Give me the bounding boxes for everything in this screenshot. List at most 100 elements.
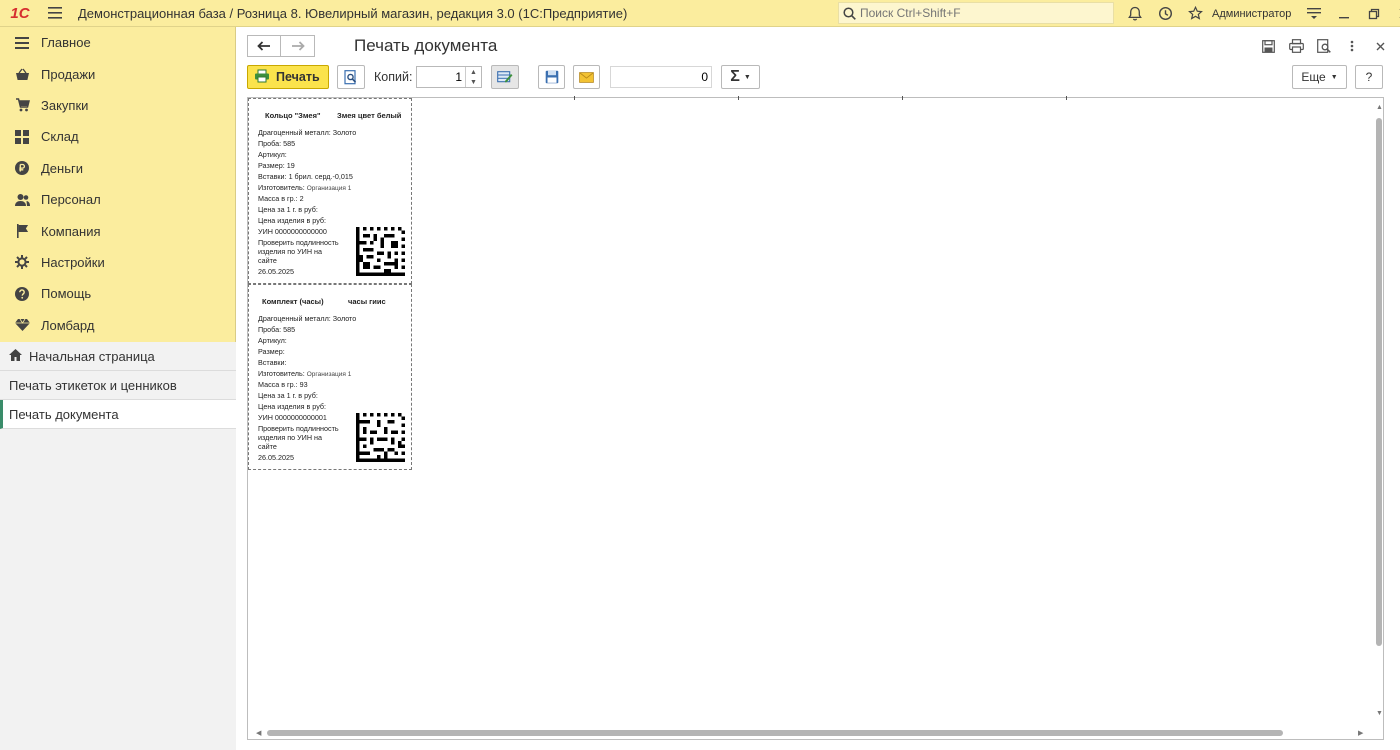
back-button[interactable] (247, 35, 281, 57)
page-title: Печать документа (354, 36, 498, 55)
scroll-left-icon[interactable]: ◀ (256, 729, 261, 737)
label-check-text: Проверить подлинность (258, 424, 339, 433)
vertical-scroll-thumb[interactable] (1376, 118, 1382, 646)
sidebar-item-pawnshop[interactable]: Ломбард (0, 310, 235, 341)
menu-lines-icon (14, 35, 30, 51)
open-window-print-document[interactable]: Печать документа (0, 400, 236, 429)
search-box[interactable] (838, 2, 1114, 24)
user-name[interactable]: Администратор (1212, 8, 1291, 20)
printer-color-icon (254, 69, 270, 86)
forward-button[interactable] (281, 35, 315, 57)
search-icon (843, 6, 856, 20)
preview-button[interactable] (337, 65, 365, 89)
more-vertical-icon[interactable] (1338, 35, 1366, 57)
label-metal: Драгоценный металл: Золото (258, 314, 357, 323)
help-button[interactable]: ? (1355, 65, 1383, 89)
search-input[interactable] (860, 6, 1100, 20)
copies-stepper[interactable]: ▲▼ (416, 66, 482, 88)
label-metal: Драгоценный металл: Золото (258, 128, 357, 137)
open-window-home[interactable]: Начальная страница (0, 342, 236, 371)
scroll-down-icon[interactable]: ▼ (1376, 710, 1383, 717)
label-check-text: изделия по УИН на (258, 433, 322, 442)
vertical-scrollbar[interactable]: ▲ ▼ (1373, 98, 1385, 741)
sidebar-item-warehouse[interactable]: Склад (0, 121, 235, 152)
column-tick (902, 96, 903, 100)
scroll-up-icon[interactable]: ▲ (1376, 104, 1383, 111)
sidebar-item-personnel[interactable]: Персонал (0, 184, 235, 215)
spin-up-icon[interactable]: ▲ (470, 69, 477, 76)
app-logo[interactable]: 1С (0, 0, 40, 27)
column-tick (574, 96, 575, 100)
main-panel: Печать документа Печать Копий: ▲▼ (236, 27, 1400, 750)
settings-menu-icon[interactable] (1299, 0, 1329, 27)
close-form-icon[interactable] (1366, 35, 1394, 57)
label-product-variant: Змея цвет белый (337, 111, 402, 120)
sidebar: Главное Продажи Закупки Склад Деньги Пер… (0, 27, 236, 750)
envelope-icon (579, 71, 594, 83)
label-maker: Изготовитель: Организация 1 (258, 369, 352, 378)
edit-toggle-button[interactable] (491, 65, 519, 89)
restore-icon[interactable] (1359, 0, 1389, 27)
sidebar-item-help[interactable]: Помощь (0, 278, 235, 309)
sidebar-item-sales[interactable]: Продажи (0, 58, 235, 89)
label-mass: Масса в гр.: 2 (258, 194, 304, 203)
save-file-button[interactable] (538, 65, 565, 89)
horizontal-scroll-thumb[interactable] (267, 730, 1283, 736)
label-price-item: Цена изделия в руб: (258, 402, 326, 411)
print-button[interactable]: Печать (247, 65, 329, 89)
label-size: Размер: 19 (258, 161, 295, 170)
sidebar-item-money[interactable]: Деньги (0, 153, 235, 184)
label-article: Артикул: (258, 336, 287, 345)
label-mass: Масса в гр.: 93 (258, 380, 308, 389)
label-price-gram: Цена за 1 г. в руб: (258, 391, 318, 400)
history-icon[interactable] (1150, 0, 1180, 27)
minimize-icon[interactable] (1329, 0, 1359, 27)
edit-table-icon (497, 71, 513, 83)
arrow-left-icon (257, 41, 270, 51)
gear-icon (14, 254, 30, 270)
main-menu-icon[interactable] (40, 0, 70, 27)
label-inserts: Вставки: 1 брил. серд.-0,015 (258, 172, 353, 181)
flag-icon (14, 223, 30, 239)
copies-input[interactable] (417, 67, 465, 87)
spreadsheet-document[interactable]: Кольцо "Змея" Змея цвет белый Драгоценны… (247, 96, 1385, 741)
label-maker: Изготовитель: Организация 1 (258, 183, 352, 192)
copies-spin[interactable]: ▲ ▼ (465, 67, 481, 87)
dropdown-arrow-icon: ▼ (743, 73, 751, 81)
star-icon[interactable] (1180, 0, 1210, 27)
dropdown-arrow-icon: ▼ (1330, 73, 1338, 81)
label-size: Размер: (258, 347, 285, 356)
label-date: 26.05.2025 (258, 453, 294, 462)
sum-field (610, 66, 712, 88)
save-icon[interactable] (1254, 35, 1282, 57)
people-icon (14, 192, 30, 208)
ruble-icon (14, 160, 30, 176)
preview-icon[interactable] (1310, 35, 1338, 57)
label-check-text: сайте (258, 442, 277, 451)
magnifier-doc-icon (344, 69, 357, 84)
open-window-labels[interactable]: Печать этикеток и ценников (0, 371, 236, 400)
top-bar: 1С Демонстрационная база / Розница 8. Юв… (0, 0, 1400, 27)
printer-icon[interactable] (1282, 35, 1310, 57)
sidebar-item-purchases[interactable]: Закупки (0, 90, 235, 121)
label-check-text: Проверить подлинность (258, 238, 339, 247)
sidebar-item-main[interactable]: Главное (0, 27, 235, 58)
sidebar-item-settings[interactable]: Настройки (0, 247, 235, 278)
scroll-right-icon[interactable]: ▶ (1358, 729, 1363, 737)
bell-icon[interactable] (1120, 0, 1150, 27)
horizontal-scrollbar[interactable]: ◀ ▶ (248, 727, 1373, 739)
app-title: Демонстрационная база / Розница 8. Ювели… (78, 5, 628, 21)
label-price-gram: Цена за 1 г. в руб: (258, 205, 318, 214)
close-icon[interactable] (1389, 0, 1400, 27)
send-email-button[interactable] (573, 65, 600, 89)
label-product-name: Кольцо "Змея" (265, 111, 321, 120)
label-probe: Проба: 585 (258, 325, 296, 334)
column-tick (1066, 96, 1067, 100)
arrow-right-icon (291, 41, 305, 51)
sidebar-item-company[interactable]: Компания (0, 215, 235, 246)
sum-button[interactable]: Σ ▼ (721, 65, 760, 89)
more-button[interactable]: Еще ▼ (1292, 65, 1347, 89)
diamond-icon (14, 317, 30, 333)
spin-down-icon[interactable]: ▼ (470, 79, 477, 86)
datamatrix-code (356, 413, 405, 462)
